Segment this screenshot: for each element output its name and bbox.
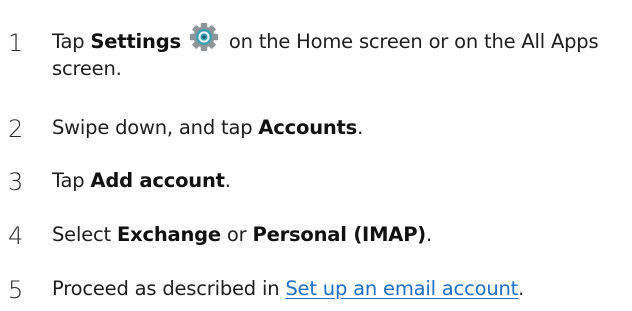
add-account-label: Add account bbox=[90, 169, 225, 192]
step-text: Tap Settings on the Home screen or on th… bbox=[52, 22, 627, 82]
personal-imap-label: Personal (IMAP) bbox=[252, 223, 427, 246]
step-text-after: . bbox=[426, 223, 433, 246]
settings-gear-icon bbox=[187, 22, 221, 52]
step-text-before: Tap bbox=[52, 30, 91, 53]
step-text-before: Select bbox=[52, 223, 117, 246]
step-1: 1 Tap Settings on the Home screen or on … bbox=[0, 22, 632, 80]
step-text-after: . bbox=[357, 116, 364, 139]
step-text-before: Tap bbox=[52, 169, 91, 192]
step-number: 3 bbox=[8, 168, 24, 196]
step-text: Select Exchange or Personal (IMAP). bbox=[52, 221, 627, 248]
step-number: 5 bbox=[8, 276, 24, 304]
step-3: 3 Tap Add account. bbox=[0, 165, 632, 201]
set-up-email-account-link[interactable]: Set up an email account bbox=[285, 277, 518, 300]
step-4: 4 Select Exchange or Personal (IMAP). bbox=[0, 219, 632, 255]
step-text: Tap Add account. bbox=[52, 167, 627, 194]
step-number: 2 bbox=[8, 115, 24, 143]
step-5: 5 Proceed as described in Set up an emai… bbox=[0, 273, 632, 309]
step-number: 4 bbox=[8, 222, 24, 250]
step-text-middle: or bbox=[220, 223, 253, 246]
step-text-before: Proceed as described in bbox=[52, 277, 286, 300]
step-text: Proceed as described in Set up an email … bbox=[52, 275, 627, 302]
exchange-label: Exchange bbox=[116, 223, 221, 246]
accounts-label: Accounts bbox=[258, 116, 358, 139]
instruction-steps: 1 Tap Settings on the Home screen or on … bbox=[0, 0, 632, 311]
step-text: Swipe down, and tap Accounts. bbox=[52, 114, 627, 141]
step-number: 1 bbox=[8, 29, 24, 57]
step-2: 2 Swipe down, and tap Accounts. bbox=[0, 112, 632, 148]
step-text-before: Swipe down, and tap bbox=[52, 116, 259, 139]
step-text-after: . bbox=[518, 277, 525, 300]
settings-label: Settings bbox=[90, 30, 181, 53]
step-text-after: . bbox=[224, 169, 231, 192]
